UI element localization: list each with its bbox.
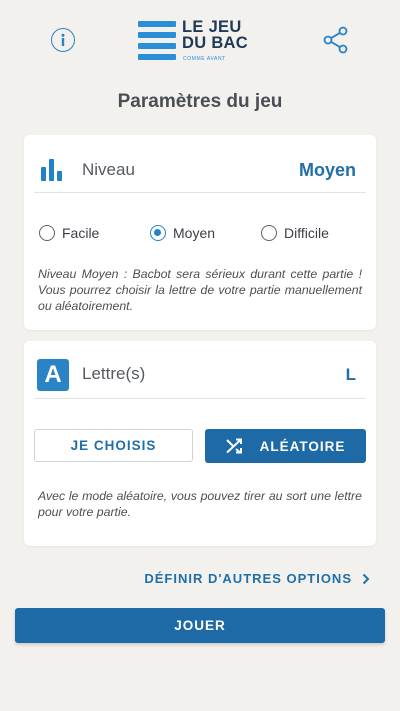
share-icon: [323, 26, 348, 54]
divider: [34, 398, 366, 399]
info-icon: [61, 33, 65, 46]
page-title: Paramètres du jeu: [117, 91, 283, 112]
radio-difficile[interactable]: Difficile: [261, 222, 329, 244]
level-value: Moyen: [298, 160, 356, 180]
share-button[interactable]: [322, 26, 350, 54]
play-button[interactable]: JOUER: [15, 608, 385, 643]
letter-card: A Lettre(s) L JE CHOISIS ALÉATOIRE Avec …: [24, 341, 376, 546]
level-header: Niveau Moyen: [24, 135, 376, 193]
app-logo: LE JEU DU BAC COMME AVANT: [138, 19, 258, 65]
random-letter-button[interactable]: ALÉATOIRE: [205, 429, 366, 463]
letter-label: Lettre(s): [82, 364, 146, 383]
radio-circle: [150, 225, 166, 241]
radio-circle: [39, 225, 55, 241]
letter-description: Avec le mode aléatoire, vous pouvez tire…: [38, 489, 362, 519]
info-button[interactable]: [51, 28, 75, 52]
random-button-label: ALÉATOIRE: [259, 438, 346, 454]
logo-tagline: COMME AVANT: [183, 56, 226, 62]
level-card: Niveau Moyen Facile Moyen Difficile Nive…: [24, 135, 376, 330]
letter-a-icon: A: [37, 359, 69, 391]
radio-label: Moyen: [173, 225, 216, 241]
more-options-link[interactable]: DÉFINIR D'AUTRES OPTIONS: [144, 571, 370, 586]
letter-value: L: [345, 365, 356, 384]
divider: [34, 192, 366, 193]
letter-header: A Lettre(s) L: [24, 341, 376, 399]
app-header: LE JEU DU BAC COMME AVANT: [0, 0, 400, 82]
level-radio-group: Facile Moyen Difficile: [39, 222, 369, 244]
radio-label: Facile: [62, 225, 100, 241]
radio-circle: [261, 225, 277, 241]
level-description: Niveau Moyen : Bacbot sera sérieux duran…: [38, 267, 362, 313]
radio-facile[interactable]: Facile: [39, 222, 99, 244]
radio-moyen[interactable]: Moyen: [150, 222, 215, 244]
choose-letter-button[interactable]: JE CHOISIS: [34, 429, 193, 462]
more-options-label: DÉFINIR D'AUTRES OPTIONS: [144, 571, 352, 586]
level-label: Niveau: [82, 160, 135, 179]
logo-line-2: DU BAC: [182, 34, 248, 52]
radio-label: Difficile: [284, 225, 329, 241]
shuffle-icon: [225, 438, 242, 454]
logo-bars-icon: [138, 21, 176, 65]
logo-line-1: LE JEU: [182, 18, 242, 36]
bar-chart-icon: [41, 159, 65, 181]
chevron-right-icon: [362, 573, 370, 584]
